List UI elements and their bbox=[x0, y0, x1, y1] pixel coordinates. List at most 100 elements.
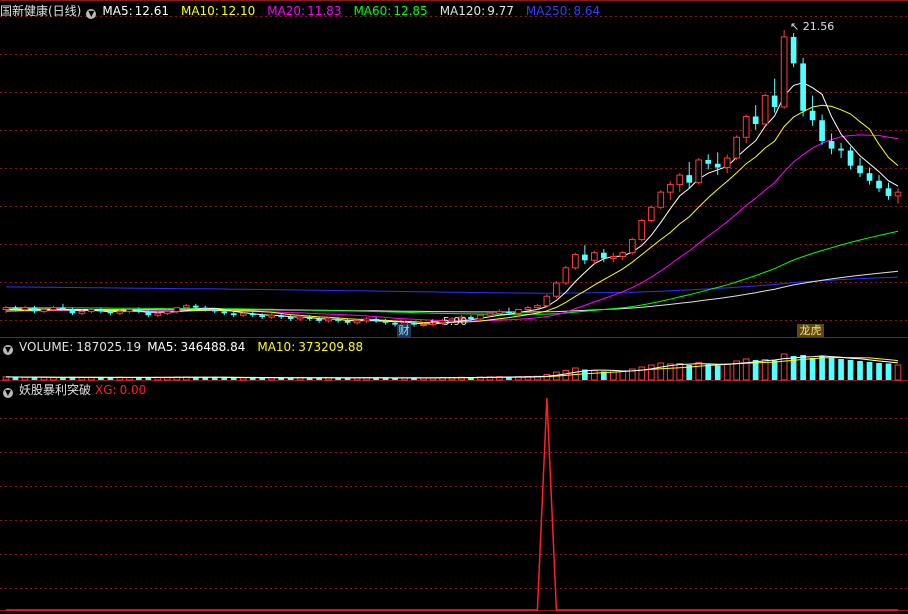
volume-bar-up bbox=[894, 364, 902, 381]
candle-up bbox=[50, 307, 57, 311]
candle-up bbox=[524, 307, 532, 311]
candle-up bbox=[619, 252, 627, 257]
candle-up bbox=[761, 95, 769, 125]
ma60-value: 12.85 bbox=[393, 4, 428, 18]
candle-down bbox=[847, 150, 854, 166]
high-price-value: 21.56 bbox=[802, 20, 835, 33]
candle-down bbox=[411, 322, 417, 325]
candle-down bbox=[828, 141, 835, 149]
volume-bar-down bbox=[211, 377, 218, 380]
candle-down bbox=[857, 165, 863, 174]
volume-bar-up bbox=[50, 377, 57, 381]
candle-up bbox=[2, 307, 10, 311]
candle-down bbox=[771, 95, 778, 107]
ma60-label: MA60: bbox=[353, 4, 392, 18]
candle-down bbox=[287, 317, 294, 319]
chevron-down-icon[interactable]: ▼ bbox=[3, 388, 13, 398]
volume-bar-up bbox=[695, 362, 703, 381]
candle-down bbox=[686, 175, 693, 183]
vol-ma5-legend: MA5: 346488.84 bbox=[147, 340, 251, 354]
candle-down bbox=[107, 311, 114, 314]
candle-down bbox=[259, 315, 266, 318]
price-legend: 国新健康(日线) ▼ MA5: 12.61 MA10: 12.10 MA20: 11.83 MA… bbox=[0, 3, 612, 19]
vol-ma10-legend: MA10: 373209.88 bbox=[257, 340, 369, 354]
candle-down bbox=[752, 116, 759, 124]
candle-up bbox=[363, 318, 370, 322]
volume-bar-down bbox=[800, 355, 806, 380]
candle-down bbox=[819, 120, 825, 142]
candle-down bbox=[885, 188, 892, 196]
candle-down bbox=[600, 252, 607, 259]
candle-up bbox=[296, 316, 304, 320]
vol-ma10-value: 373209.88 bbox=[298, 340, 364, 354]
candle-up bbox=[268, 314, 276, 318]
volume-bar-up bbox=[723, 363, 731, 381]
candle-up bbox=[543, 295, 551, 307]
candle-up bbox=[173, 307, 181, 312]
finance-tag[interactable]: 财 bbox=[397, 324, 411, 337]
candle-up bbox=[666, 184, 674, 193]
candle-up bbox=[116, 310, 124, 314]
candle-up bbox=[742, 115, 750, 138]
candle-down bbox=[12, 307, 19, 310]
volume-bar-up bbox=[619, 370, 627, 381]
arrow-icon: ↖ bbox=[790, 20, 800, 33]
candle-up bbox=[88, 309, 95, 312]
candle-up bbox=[163, 310, 171, 314]
candle-up bbox=[154, 312, 162, 316]
ma120-line bbox=[6, 270, 899, 313]
candle-up bbox=[534, 305, 541, 309]
volume-bar-down bbox=[847, 360, 854, 380]
volume-bar-up bbox=[609, 371, 617, 381]
indicator-legend: ▼ 妖股暴利突破 XG: 0.00 bbox=[0, 382, 158, 398]
longhu-tag[interactable]: 龙虎 bbox=[797, 324, 824, 337]
stock-title: 国新健康(日线) bbox=[0, 4, 82, 18]
vol-ma5-value: 346488.84 bbox=[180, 340, 246, 354]
volume-bar-down bbox=[221, 377, 228, 380]
ma20-label: MA20: bbox=[267, 4, 306, 18]
candle-up bbox=[486, 312, 494, 316]
candle-down bbox=[221, 311, 228, 314]
candle-down bbox=[60, 307, 66, 310]
candle-up bbox=[695, 159, 703, 184]
volume-bar-down bbox=[866, 362, 873, 380]
volume-bar-up bbox=[676, 363, 684, 381]
ma20-value: 11.83 bbox=[307, 4, 342, 18]
chevron-down-icon[interactable]: ▼ bbox=[3, 345, 13, 355]
candle-up bbox=[723, 157, 731, 169]
xg-signal-line bbox=[6, 397, 898, 611]
candle-down bbox=[800, 63, 806, 111]
volume-bar-down bbox=[828, 357, 835, 380]
ma5-label: MA5: bbox=[102, 4, 133, 18]
ma10-line bbox=[5, 104, 899, 324]
candle-down bbox=[705, 159, 712, 164]
candle-down bbox=[373, 318, 379, 321]
xg-label: XG: bbox=[95, 383, 117, 397]
candle-down bbox=[278, 315, 285, 318]
candle-down bbox=[382, 320, 389, 323]
candle-up bbox=[126, 309, 133, 312]
candle-down bbox=[468, 317, 474, 319]
indicator-title: 妖股暴利突破 bbox=[19, 383, 92, 397]
ma250-label: MA250: bbox=[525, 4, 572, 18]
candle-down bbox=[866, 173, 873, 181]
ma20-legend: MA20: 11.83 bbox=[267, 4, 347, 18]
candle-up bbox=[780, 36, 788, 108]
ma10-legend: MA10: 12.10 bbox=[181, 4, 261, 18]
candle-down bbox=[69, 309, 76, 314]
volume-bar-up bbox=[780, 353, 788, 381]
candle-down bbox=[809, 110, 816, 121]
volume-bar-down bbox=[771, 360, 778, 380]
volume-bar-down bbox=[136, 377, 142, 380]
candle-up bbox=[515, 309, 522, 314]
chevron-down-icon[interactable]: ▼ bbox=[86, 9, 97, 19]
candle-up bbox=[40, 309, 48, 312]
candle-down bbox=[136, 309, 142, 312]
ma120-legend: MA120: 9.77 bbox=[440, 4, 520, 18]
candle-up bbox=[21, 307, 29, 311]
chart-canvas[interactable] bbox=[0, 0, 908, 614]
ma250-value: 8.64 bbox=[573, 4, 601, 18]
candle-up bbox=[647, 206, 655, 222]
volume-legend: ▼ VOLUME: 187025.19 MA5: 346488.84 MA10: 37320… bbox=[0, 339, 375, 355]
ma10-value: 12.10 bbox=[220, 4, 256, 18]
